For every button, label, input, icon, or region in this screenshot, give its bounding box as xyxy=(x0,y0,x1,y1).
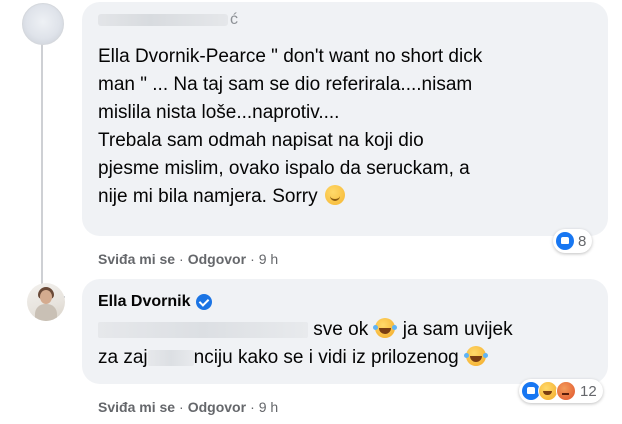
timestamp[interactable]: 9 h xyxy=(259,250,278,268)
comment-actions: Sviđa mi se · Odgovor · 9 h xyxy=(98,398,279,416)
timestamp[interactable]: 9 h xyxy=(259,398,278,416)
reply-button[interactable]: Odgovor xyxy=(188,398,246,416)
laughing-emoji-icon xyxy=(373,318,396,338)
comment-text: sve ok ja sam uvijek za zaj nciju kako se… xyxy=(98,318,513,368)
redacted-text xyxy=(147,349,194,366)
angry-reaction-icon xyxy=(556,381,576,401)
comment-actions: Sviđa mi se · Odgovor · 9 h xyxy=(98,250,279,268)
thread-line xyxy=(41,44,43,270)
verified-badge-icon xyxy=(196,294,213,310)
reaction-summary[interactable]: 12 xyxy=(519,379,603,403)
avatar[interactable] xyxy=(27,283,65,321)
smiling-emoji-icon xyxy=(324,185,345,205)
avatar[interactable] xyxy=(22,3,64,45)
reaction-count: 12 xyxy=(580,382,597,400)
like-reaction-icon xyxy=(556,232,574,250)
reaction-summary[interactable]: 8 xyxy=(553,229,593,253)
like-button[interactable]: Sviđa mi se xyxy=(98,250,175,268)
like-button[interactable]: Sviđa mi se xyxy=(98,398,175,416)
laughing-emoji-icon xyxy=(464,346,486,366)
comment-author[interactable]: Ella Dvornik xyxy=(98,292,213,312)
comment-author[interactable]: ć xyxy=(98,10,238,30)
reaction-count: 8 xyxy=(578,232,587,250)
reply-button[interactable]: Odgovor xyxy=(188,250,246,268)
redacted-text xyxy=(98,321,308,338)
comment-text: Ella Dvornik-Pearce " don't want no shor… xyxy=(98,46,483,207)
haha-reaction-icon xyxy=(538,381,558,401)
redacted-name xyxy=(98,13,228,26)
